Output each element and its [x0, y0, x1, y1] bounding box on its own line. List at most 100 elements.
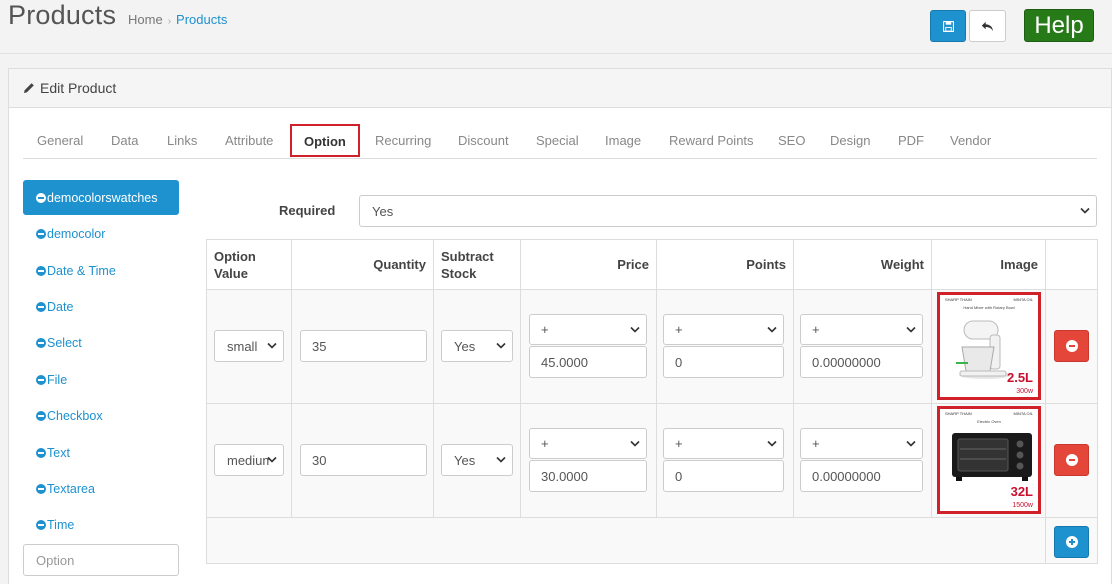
product-image-thumbnail[interactable]: SHARP THAIN MINTA OIL Hand Mixer with Ro… — [937, 292, 1041, 400]
minus-circle-icon[interactable] — [36, 411, 46, 422]
tab-design[interactable]: Design — [830, 133, 870, 148]
chevron-down-icon — [1080, 207, 1090, 215]
option-item-democolor[interactable]: democolor — [23, 216, 179, 252]
help-button[interactable]: Help — [1024, 9, 1094, 42]
quantity-input[interactable]: 35 — [300, 330, 427, 362]
column-header-option-value: Option Value — [206, 239, 292, 290]
minus-circle-icon — [1065, 454, 1078, 466]
option-item-date[interactable]: Date — [23, 289, 179, 325]
minus-circle-icon[interactable] — [36, 374, 46, 385]
chevron-down-icon — [267, 342, 277, 350]
product-tabs: General Data Links Attribute Option Recu… — [23, 121, 1097, 159]
minus-circle-icon[interactable] — [36, 483, 46, 494]
tab-image[interactable]: Image — [605, 133, 641, 148]
minus-circle-icon[interactable] — [36, 447, 46, 458]
chevron-down-icon — [630, 326, 640, 333]
chevron-down-icon — [630, 440, 640, 447]
table-footer-row — [206, 517, 1098, 564]
tab-attribute[interactable]: Attribute — [225, 133, 273, 148]
tab-vendor[interactable]: Vendor — [950, 133, 991, 148]
option-item-democolorswatches[interactable]: democolorswatches — [23, 180, 179, 215]
required-label: Required — [279, 203, 336, 218]
chevron-down-icon — [767, 440, 777, 447]
tab-special[interactable]: Special — [536, 133, 579, 148]
weight-input[interactable]: 0.00000000 — [800, 460, 923, 492]
chevron-down-icon — [906, 440, 916, 447]
price-prefix-select[interactable]: + — [529, 428, 647, 459]
minus-circle-icon[interactable] — [36, 192, 46, 203]
option-autocomplete-input[interactable] — [23, 544, 179, 576]
product-image-thumbnail[interactable]: SHARP THAIN MINTA OIL Electric Oven 32L … — [937, 406, 1041, 514]
subtract-stock-select[interactable]: Yes — [441, 330, 513, 362]
save-button[interactable] — [930, 10, 966, 42]
column-header-price: Price — [520, 239, 657, 290]
remove-value-button[interactable] — [1054, 330, 1089, 362]
option-item-text[interactable]: Text — [23, 434, 179, 470]
price-input[interactable]: 30.0000 — [529, 460, 647, 492]
quantity-input[interactable]: 30 — [300, 444, 427, 476]
column-header-image: Image — [931, 239, 1046, 290]
option-item-file[interactable]: File — [23, 362, 179, 398]
page-title: Products — [8, 0, 117, 30]
required-select-value: Yes — [372, 203, 394, 219]
table-header-row: Option Value Quantity Subtract Stock Pri… — [206, 239, 1098, 290]
tab-general[interactable]: General — [37, 133, 83, 148]
breadcrumb-separator-icon: › — [167, 16, 172, 27]
minus-circle-icon[interactable] — [36, 229, 46, 240]
option-item-checkbox[interactable]: Checkbox — [23, 398, 179, 434]
column-header-quantity: Quantity — [291, 239, 434, 290]
option-item-select[interactable]: Select — [23, 325, 179, 361]
tab-option[interactable]: Option — [290, 124, 360, 157]
price-input[interactable]: 45.0000 — [529, 346, 647, 378]
tab-recurring[interactable]: Recurring — [375, 133, 431, 148]
tab-reward-points[interactable]: Reward Points — [669, 133, 754, 148]
option-value-select[interactable]: small — [214, 330, 284, 362]
option-item-date-time[interactable]: Date & Time — [23, 252, 179, 288]
tab-pdf[interactable]: PDF — [898, 133, 924, 148]
chevron-down-icon — [267, 456, 277, 464]
column-header-subtract-stock: Subtract Stock — [433, 239, 521, 290]
floppy-disk-icon — [942, 20, 954, 32]
option-item-textarea[interactable]: Textarea — [23, 471, 179, 507]
column-header-points: Points — [656, 239, 794, 290]
points-prefix-select[interactable]: + — [663, 428, 784, 459]
option-value-table: Option Value Quantity Subtract Stock Pri… — [206, 239, 1098, 564]
breadcrumb-home-link[interactable]: Home — [128, 12, 163, 27]
breadcrumb-products-link[interactable]: Products — [176, 12, 227, 27]
minus-circle-icon[interactable] — [36, 338, 46, 349]
column-header-action — [1045, 239, 1098, 290]
option-list: democolorswatches democolor Date & Time … — [23, 180, 179, 544]
option-value-select[interactable]: medium — [214, 444, 284, 476]
tab-links[interactable]: Links — [167, 133, 197, 148]
panel-heading: Edit Product — [9, 69, 1111, 108]
weight-prefix-select[interactable]: + — [800, 314, 923, 345]
breadcrumb: Home › Products — [128, 12, 227, 27]
minus-circle-icon[interactable] — [36, 520, 46, 531]
chevron-down-icon — [496, 456, 506, 464]
add-value-button[interactable] — [1054, 526, 1089, 558]
tab-data[interactable]: Data — [111, 133, 138, 148]
weight-input[interactable]: 0.00000000 — [800, 346, 923, 378]
remove-value-button[interactable] — [1054, 444, 1089, 476]
minus-circle-icon[interactable] — [36, 265, 46, 276]
tab-discount[interactable]: Discount — [458, 133, 509, 148]
required-select[interactable]: Yes — [359, 195, 1097, 227]
table-row: medium 30 Yes + 30.0000 + 0 + 0.00000000… — [206, 403, 1098, 518]
panel-heading-title: Edit Product — [40, 80, 117, 96]
points-prefix-select[interactable]: + — [663, 314, 784, 345]
chevron-down-icon — [496, 342, 506, 350]
minus-circle-icon — [1065, 340, 1078, 352]
points-input[interactable]: 0 — [663, 460, 784, 492]
option-item-time[interactable]: Time — [23, 507, 179, 543]
weight-prefix-select[interactable]: + — [800, 428, 923, 459]
price-prefix-select[interactable]: + — [529, 314, 647, 345]
subtract-stock-select[interactable]: Yes — [441, 444, 513, 476]
plus-circle-icon — [1065, 536, 1078, 548]
chevron-down-icon — [767, 326, 777, 333]
column-header-weight: Weight — [793, 239, 932, 290]
minus-circle-icon[interactable] — [36, 301, 46, 312]
reply-arrow-icon — [981, 21, 993, 31]
tab-seo[interactable]: SEO — [778, 133, 805, 148]
back-button[interactable] — [969, 10, 1006, 42]
points-input[interactable]: 0 — [663, 346, 784, 378]
